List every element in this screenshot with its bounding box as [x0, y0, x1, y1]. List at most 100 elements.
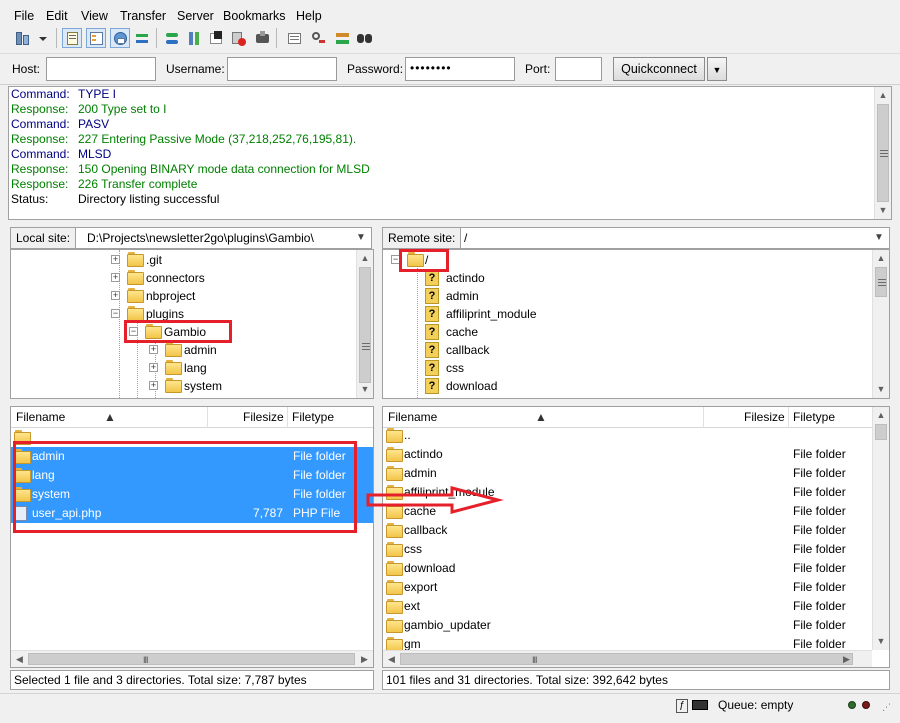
menu-transfer[interactable]: Transfer [120, 9, 166, 23]
disconnect-icon[interactable] [228, 28, 248, 48]
quickconnect-button[interactable]: Quickconnect [613, 57, 705, 81]
chevron-down-icon[interactable]: ▼ [353, 229, 369, 247]
local-file-list-header: Filename ▲ Filesize Filetype [11, 407, 373, 428]
compare-icon[interactable] [308, 28, 328, 48]
column-filename[interactable]: Filename [16, 410, 65, 424]
annotation-arrow-icon [366, 486, 504, 514]
refresh-icon[interactable] [162, 28, 182, 48]
file-row[interactable]: actindo File folder [383, 445, 873, 464]
annotation-highlight-remote-root [399, 249, 449, 272]
file-row[interactable]: ext File folder [383, 597, 873, 616]
scroll-up-icon[interactable]: ▲ [357, 250, 373, 267]
scroll-left-icon[interactable]: ◀ [11, 651, 28, 667]
menu-file[interactable]: File [14, 9, 34, 23]
column-filename[interactable]: Filename [388, 410, 437, 424]
column-filetype[interactable]: Filetype [292, 410, 334, 424]
scroll-thumb[interactable] [359, 267, 371, 383]
column-filetype[interactable]: Filetype [793, 410, 835, 424]
scroll-thumb[interactable] [400, 653, 853, 665]
scroll-up-icon[interactable]: ▲ [873, 407, 889, 424]
file-row[interactable]: css File folder [383, 540, 873, 559]
collapse-icon[interactable]: − [111, 309, 120, 318]
menu-server[interactable]: Server [177, 9, 214, 23]
resize-grip-icon[interactable]: ⋰ [882, 702, 891, 713]
folder-icon [386, 618, 403, 633]
file-row[interactable]: admin File folder [383, 464, 873, 483]
scroll-right-icon[interactable]: ▶ [838, 651, 855, 667]
remote-file-list[interactable]: Filename ▲ Filesize Filetype .. actindo … [382, 406, 890, 668]
remote-file-hscrollbar[interactable]: ◀ III ▶ [383, 650, 872, 667]
local-file-hscrollbar[interactable]: ◀ III ▶ [11, 650, 373, 667]
remote-directory-tree[interactable]: − / ? actindo ? admin ? affiliprint_modu… [382, 249, 890, 399]
toggle-remote-tree-icon[interactable] [110, 28, 130, 48]
process-queue-icon[interactable] [184, 28, 204, 48]
scroll-right-icon[interactable]: ▶ [356, 651, 373, 667]
send-indicator-icon [848, 701, 856, 709]
unknown-folder-icon: ? [425, 378, 439, 394]
speed-limit-icon [692, 700, 708, 710]
folder-icon [127, 252, 144, 267]
remote-file-list-header: Filename ▲ Filesize Filetype [383, 407, 889, 428]
toggle-log-icon[interactable] [62, 28, 82, 48]
column-filesize[interactable]: Filesize [243, 410, 284, 424]
scroll-thumb[interactable] [875, 267, 887, 297]
expand-icon[interactable]: + [111, 273, 120, 282]
host-input[interactable] [46, 57, 156, 81]
username-input[interactable] [227, 57, 337, 81]
scroll-thumb[interactable] [877, 104, 889, 202]
file-row[interactable]: export File folder [383, 578, 873, 597]
toolbar-separator [156, 28, 157, 48]
lock-icon: ƒ [676, 699, 688, 713]
remote-file-vscrollbar[interactable]: ▲ ▼ [872, 407, 889, 650]
cancel-icon[interactable] [206, 28, 226, 48]
scroll-down-icon[interactable]: ▼ [357, 381, 373, 398]
quickconnect-dropdown-button[interactable]: ▼ [707, 57, 727, 81]
scroll-left-icon[interactable]: ◀ [383, 651, 400, 667]
password-input[interactable]: •••••••• [405, 57, 515, 81]
local-path-input[interactable]: D:\Projects\newsletter2go\plugins\Gambio… [87, 231, 314, 245]
quickconnect-bar: Host: Username: Password: •••••••• Port:… [0, 53, 900, 85]
file-row[interactable]: download File folder [383, 559, 873, 578]
message-log[interactable]: Command: TYPE I Response: 200 Type set to … [8, 86, 892, 220]
local-tree-scrollbar[interactable]: ▲ ▼ [356, 250, 373, 398]
remote-path-input[interactable]: / [464, 231, 467, 245]
port-input[interactable] [555, 57, 602, 81]
scroll-down-icon[interactable]: ▼ [873, 633, 889, 650]
remote-tree-scrollbar[interactable]: ▲ ▼ [872, 250, 889, 398]
menu-help[interactable]: Help [296, 9, 322, 23]
menu-view[interactable]: View [81, 9, 108, 23]
dropdown-arrow-icon[interactable] [36, 28, 50, 48]
scroll-up-icon[interactable]: ▲ [873, 250, 889, 267]
log-scrollbar[interactable]: ▲ ▼ [874, 87, 891, 219]
expand-icon[interactable]: + [149, 381, 158, 390]
toggle-local-tree-icon[interactable] [86, 28, 106, 48]
file-row-parent[interactable]: .. [383, 426, 873, 445]
folder-icon [386, 523, 403, 538]
sync-browse-icon[interactable] [332, 28, 352, 48]
expand-icon[interactable]: + [149, 363, 158, 372]
scroll-thumb[interactable] [875, 424, 887, 440]
search-icon[interactable] [354, 28, 374, 48]
scroll-up-icon[interactable]: ▲ [875, 87, 891, 104]
toggle-queue-icon[interactable] [132, 28, 152, 48]
chevron-down-icon[interactable]: ▼ [871, 229, 887, 247]
filter-icon[interactable] [284, 28, 304, 48]
scroll-down-icon[interactable]: ▼ [875, 202, 891, 219]
scroll-down-icon[interactable]: ▼ [873, 381, 889, 398]
column-filesize[interactable]: Filesize [744, 410, 785, 424]
site-manager-icon[interactable] [12, 28, 32, 48]
unknown-folder-icon: ? [425, 270, 439, 286]
toolbar [0, 26, 900, 52]
scroll-thumb[interactable] [28, 653, 355, 665]
reconnect-icon[interactable] [252, 28, 272, 48]
expand-icon[interactable]: + [111, 291, 120, 300]
file-row[interactable]: gambio_updater File folder [383, 616, 873, 635]
status-bar: ƒ Queue: empty ⋰ [0, 693, 900, 723]
expand-icon[interactable]: + [111, 255, 120, 264]
expand-icon[interactable]: + [149, 345, 158, 354]
folder-icon [127, 306, 144, 321]
menu-edit[interactable]: Edit [46, 9, 68, 23]
file-row[interactable]: callback File folder [383, 521, 873, 540]
menu-bookmarks[interactable]: Bookmarks [223, 9, 286, 23]
unknown-folder-icon: ? [425, 288, 439, 304]
